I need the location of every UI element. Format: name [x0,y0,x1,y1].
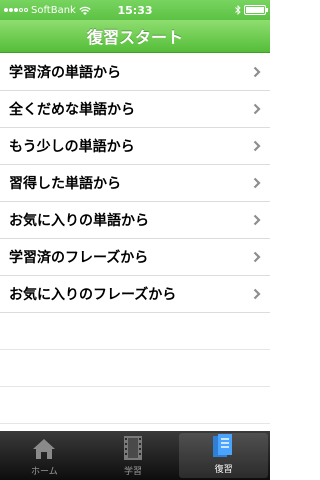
chevron-right-icon [253,66,261,78]
list-item-almost-words[interactable]: もう少しの単語から [0,128,270,165]
empty-row [0,313,270,350]
empty-row [0,387,270,424]
film-icon [124,436,142,460]
page-title: 復習スタート [86,28,183,47]
bluetooth-icon [235,5,241,15]
empty-row [0,350,270,387]
status-bar: SoftBank 15:33 [0,0,270,20]
list-item-label: お気に入りの単語から [9,213,149,229]
list-item-label: 習得した単語から [9,176,121,192]
tab-label: 学習 [124,467,143,477]
list-item-bad-words[interactable]: 全くだめな単語から [0,91,270,128]
tab-label: 復習 [214,465,233,475]
list-item-mastered-words[interactable]: 習得した単語から [0,165,270,202]
list-item-label: 学習済のフレーズから [9,250,149,266]
chevron-right-icon [253,214,261,226]
tab-bar: ホーム 学習 復習 [0,431,270,480]
review-list: 学習済の単語から 全くだめな単語から もう少しの単語から 習得した単語から お気… [0,54,270,424]
list-item-label: お気に入りのフレーズから [9,287,177,303]
status-right [235,5,268,15]
list-item-label: 全くだめな単語から [9,102,135,118]
chevron-right-icon [253,288,261,300]
chevron-right-icon [253,177,261,189]
battery-icon [244,5,268,15]
list-item-learned-phrases[interactable]: 学習済のフレーズから [0,239,270,276]
chevron-right-icon [253,140,261,152]
chevron-right-icon [253,251,261,263]
list-item-label: もう少しの単語から [9,139,135,155]
tab-home[interactable]: ホーム [0,431,89,480]
cards-icon [212,434,232,457]
list-item-label: 学習済の単語から [9,65,121,81]
list-item-favorite-words[interactable]: お気に入りの単語から [0,202,270,239]
chevron-right-icon [253,103,261,115]
status-time: 15:33 [117,3,153,17]
tab-label: ホーム [30,467,58,477]
nav-bar: 復習スタート [0,20,270,53]
list-item-favorite-phrases[interactable]: お気に入りのフレーズから [0,276,270,313]
tab-study[interactable]: 学習 [89,431,178,480]
home-icon [33,439,56,459]
tab-review[interactable]: 復習 [179,433,269,478]
list-item-learned-words[interactable]: 学習済の単語から [0,54,270,91]
